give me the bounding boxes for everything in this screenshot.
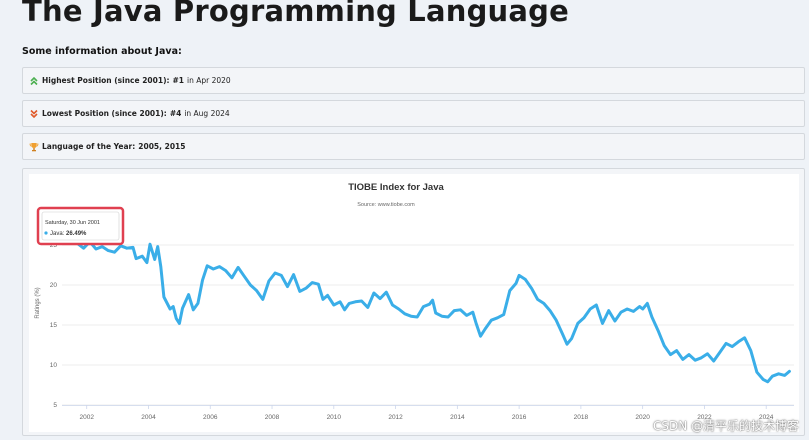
info-value: 2005, 2015	[138, 142, 186, 151]
up-arrows-icon	[29, 76, 39, 86]
info-lowest-position: Lowest Position (since 2001): #4 in Aug …	[22, 100, 805, 127]
tooltip-date: Saturday, 30 Jun 2001	[45, 220, 100, 226]
info-suffix: in Aug 2024	[184, 109, 230, 118]
y-tick-label: 5	[53, 402, 57, 409]
info-label: Highest Position (since 2001):	[42, 76, 170, 85]
x-tick-label: 2008	[265, 414, 280, 421]
tiobe-chart[interactable]: TIOBE Index for Java Source: www.tiobe.c…	[29, 174, 799, 432]
info-label: Language of the Year:	[42, 142, 136, 151]
y-tick-label: 20	[50, 282, 58, 289]
x-tick-label: 2010	[327, 414, 342, 421]
x-tick-label: 2014	[450, 414, 465, 421]
tooltip-series-dot	[44, 231, 48, 235]
info-language-of-year: Language of the Year: 2005, 2015	[22, 133, 805, 160]
trophy-icon	[29, 142, 39, 152]
x-tick-label: 2020	[635, 414, 650, 421]
tooltip: Saturday, 30 Jun 2001 Java: 26.49%	[36, 206, 125, 246]
x-tick-label: 2018	[574, 414, 589, 421]
java-series-line[interactable]	[69, 231, 791, 384]
y-tick-label: 10	[50, 362, 58, 369]
info-subtitle: Some information about Java:	[22, 46, 182, 57]
tooltip-series-label: Java: 26.49%	[50, 231, 87, 237]
x-tick-label: 2012	[388, 414, 403, 421]
info-value: #4	[169, 109, 182, 118]
info-value: #1	[172, 76, 185, 85]
x-tick-label: 2002	[79, 414, 94, 421]
down-arrows-icon	[29, 109, 39, 119]
chart-panel: TIOBE Index for Java Source: www.tiobe.c…	[22, 168, 805, 436]
info-suffix: in Apr 2020	[187, 76, 231, 85]
chart-area: TIOBE Index for Java Source: www.tiobe.c…	[29, 174, 799, 432]
y-tick-label: 15	[50, 322, 58, 329]
info-label: Lowest Position (since 2001):	[42, 109, 167, 118]
watermark: CSDN @清平乐的技术博客	[652, 419, 799, 433]
page-title: The Java Programming Language	[22, 0, 570, 28]
info-highest-position: Highest Position (since 2001): #1 in Apr…	[22, 67, 805, 94]
x-tick-label: 2016	[512, 414, 527, 421]
chart-subtitle: Source: www.tiobe.com	[357, 202, 415, 208]
y-axis-label: Ratings (%)	[35, 287, 41, 318]
chart-title: TIOBE Index for Java	[348, 182, 444, 193]
x-tick-label: 2006	[203, 414, 218, 421]
x-tick-label: 2004	[141, 414, 156, 421]
